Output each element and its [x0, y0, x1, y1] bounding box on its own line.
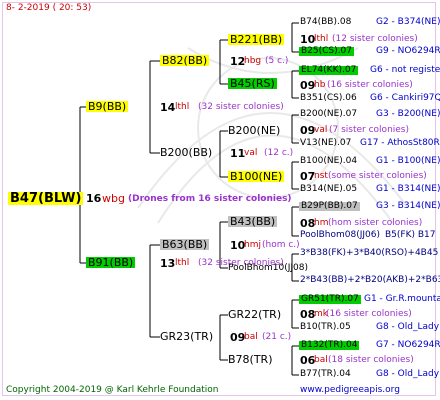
gen5-11-label: 2*B43(BB)+2*B20(AKB)+2*B63 [300, 275, 440, 285]
gen3-c-note: (hom c.) [262, 240, 300, 250]
gen5-4-label: B200(NE).07 [300, 109, 358, 119]
gen4-h-mark: bal [314, 355, 328, 365]
gen5-9-code: B5(FK) B17 [385, 230, 436, 240]
gen5-8-code: G3 - B314(NE) [376, 201, 440, 211]
gen3-c-label: B63(BB) [160, 238, 210, 251]
gen5-2-code: G6 - not registe [370, 65, 440, 75]
gen5-13-label: B10(TR).05 [300, 322, 351, 332]
gen5-12-label: GR51(TR).07 [299, 294, 361, 304]
gen2-bottom-mark: lthl [175, 258, 190, 268]
gen3-d-note: (21 c.) [262, 332, 292, 342]
gen2-top-mark: lthl [175, 102, 190, 112]
gen4-e-note: (hom sister colonies) [328, 218, 423, 228]
gen3-a-note: (5 c.) [265, 56, 289, 66]
gen5-13-code: G8 - Old_Lady [376, 322, 440, 332]
gen4-b-mark: hb [314, 80, 326, 90]
gen5-15-label: B77(TR).04 [300, 369, 351, 379]
gen4-a-mark: lthl [314, 34, 329, 44]
gen4-e-label: B43(BB) [228, 215, 278, 228]
gen5-3-label: B351(CS).06 [300, 93, 357, 103]
gen4-c-label: B200(NE) [228, 124, 281, 137]
root-drone-note: (Drones from 16 sister colonies) [128, 194, 292, 204]
gen4-g-label: GR22(TR) [228, 308, 282, 321]
gen5-1-label: B25(CS).07 [299, 46, 354, 56]
gen3-c-mark: hmj [244, 240, 261, 250]
gen2-top-year: 14 [160, 101, 176, 114]
website-link[interactable]: www.pedigreeapis.org [300, 386, 400, 395]
gen5-9-label: PoolBhom08(JJ06) [300, 230, 381, 240]
gen3-d-mark: bal [244, 332, 258, 342]
gen4-h-note: (18 sister colonies) [328, 355, 414, 365]
gen2-top-label: B9(BB) [86, 100, 129, 113]
gen5-14-code: G7 - NO6294R [376, 340, 440, 350]
root-year: 16 [86, 192, 102, 205]
gen5-5-code: G17 - AthosSt80R [360, 138, 440, 148]
gen4-h-label: B78(TR) [228, 353, 273, 366]
gen2-bottom-year: 13 [160, 257, 176, 270]
gen4-d-note: (some sister colonies) [328, 171, 427, 181]
gen4-f-label: PoolBhom10(JJ08) [228, 263, 309, 273]
gen5-6-label: B100(NE).04 [300, 156, 358, 166]
gen5-8-label: B29P(BB).07 [299, 201, 360, 211]
gen4-c-mark: val [314, 125, 328, 135]
gen4-b-label: B45(RS) [228, 77, 277, 90]
root-mark: wbg [102, 192, 125, 205]
gen5-0-label: B74(BB).08 [300, 17, 352, 27]
gen5-15-code: G8 - Old_Lady [376, 369, 440, 379]
gen3-b-note: (12 c.) [264, 148, 294, 158]
gen2-top-note: (32 sister colonies) [198, 102, 284, 112]
gen4-d-label: B100(NE) [228, 170, 285, 183]
root-queen-label: B47(BLW) [8, 191, 84, 206]
gen5-10-label: 3*B38(FK)+3*B40(RSO)+4B45 [300, 248, 439, 258]
gen5-12-code: G1 - Gr.R.mounta [364, 294, 440, 304]
gen4-b-note: (16 sister colonies) [327, 80, 413, 90]
gen5-6-code: G1 - B100(NE) [376, 156, 440, 166]
gen2-bottom-label: B91(BB) [86, 256, 136, 269]
copyright-text: Copyright 2004-2019 @ Karl Kehrle Founda… [6, 385, 219, 395]
gen5-4-code: G3 - B200(NE) [376, 109, 440, 119]
gen5-1-code: G9 - NO6294R [376, 46, 440, 56]
gen3-a-mark: hbg [244, 56, 262, 66]
gen5-3-code: G6 - Cankiri97Q [370, 93, 440, 103]
gen5-7-code: G1 - B314(NE) [376, 184, 440, 194]
gen4-g-note: (16 sister colonies) [326, 309, 412, 319]
gen4-c-note: (7 sister colonies) [329, 125, 410, 135]
gen4-a-label: B221(BB) [228, 33, 285, 46]
gen3-b-mark: val [244, 148, 258, 158]
gen5-14-label: B132(TR).04 [299, 340, 360, 350]
gen3-b-label: B200(BB) [160, 146, 213, 159]
generation-date: 8- 2-2019 ( 20: 53) [6, 3, 92, 13]
gen5-0-code: G2 - B374(NE) [376, 17, 440, 27]
gen5-2-label: EL74(KK).07 [299, 65, 359, 75]
gen3-a-label: B82(BB) [160, 54, 210, 67]
gen4-a-note: (12 sister colonies) [332, 34, 418, 44]
gen4-e-mark: hm [314, 218, 329, 228]
gen4-d-mark: nst [314, 171, 328, 181]
pedigree-chart: 8- 2-2019 ( 20: 53) B47(BLW) 16 wbg (Dro… [0, 0, 440, 400]
gen3-d-label: GR23(TR) [160, 330, 214, 343]
gen5-5-label: V13(NE).07 [300, 138, 352, 148]
gen5-7-label: B314(NE).05 [300, 184, 358, 194]
